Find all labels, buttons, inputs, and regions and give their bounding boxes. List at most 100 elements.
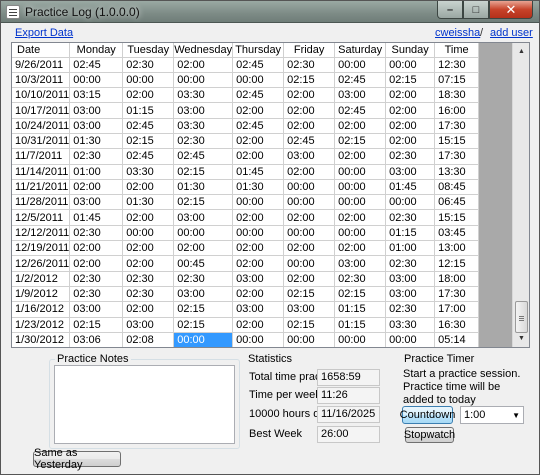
date-cell[interactable]: 1/30/2012 bbox=[12, 332, 71, 347]
time-cell[interactable]: 02:00 bbox=[69, 240, 124, 257]
time-cell[interactable]: 02:00 bbox=[385, 87, 436, 104]
scrollbar-thumb[interactable] bbox=[515, 301, 528, 333]
time-cell[interactable]: 02:15 bbox=[334, 286, 387, 303]
time-cell[interactable]: 01:45 bbox=[69, 209, 124, 226]
time-cell[interactable]: 02:45 bbox=[122, 148, 175, 165]
time-cell[interactable]: 03:00 bbox=[283, 301, 336, 318]
date-cell[interactable]: 11/7/2011 bbox=[12, 148, 71, 165]
date-cell[interactable]: 12/12/2011 bbox=[12, 225, 71, 242]
time-cell[interactable]: 02:00 bbox=[232, 286, 285, 303]
time-cell[interactable]: 00:00 bbox=[334, 179, 387, 196]
date-cell[interactable]: 12/19/2011 bbox=[12, 240, 71, 257]
time-cell[interactable]: 02:30 bbox=[69, 148, 124, 165]
maximize-button[interactable]: □ bbox=[463, 1, 489, 19]
time-cell[interactable]: 01:15 bbox=[334, 301, 387, 318]
time-cell[interactable]: 01:30 bbox=[122, 194, 175, 211]
time-cell[interactable]: 02:00 bbox=[283, 271, 336, 287]
time-cell[interactable]: 02:30 bbox=[334, 271, 387, 287]
table-row[interactable]: 1/16/2012 03:00 02:00 02:15 03:00 03:00 01:15 0… bbox=[12, 301, 480, 318]
time-cell[interactable]: 00:00 bbox=[334, 164, 387, 180]
time-cell[interactable]: 03:45 bbox=[434, 225, 480, 242]
time-cell[interactable]: 03:30 bbox=[385, 317, 436, 333]
time-cell[interactable]: 13:30 bbox=[434, 164, 480, 180]
time-cell[interactable]: 00:00 bbox=[173, 332, 234, 347]
column-header[interactable]: Thursday bbox=[232, 43, 285, 58]
date-cell[interactable]: 12/26/2011 bbox=[12, 255, 71, 272]
time-cell[interactable]: 03:00 bbox=[232, 271, 285, 287]
export-data-link[interactable]: Export Data bbox=[15, 27, 73, 39]
time-cell[interactable]: 02:15 bbox=[69, 317, 124, 333]
time-cell[interactable]: 02:15 bbox=[334, 133, 387, 150]
column-header[interactable]: Sunday bbox=[385, 43, 436, 58]
column-header[interactable]: Wednesday bbox=[173, 43, 234, 58]
time-cell[interactable]: 16:30 bbox=[434, 317, 480, 333]
table-row[interactable]: 11/7/2011 02:30 02:45 02:45 02:00 03:00 02:00 0… bbox=[12, 148, 480, 165]
time-cell[interactable]: 03:00 bbox=[173, 286, 234, 303]
time-cell[interactable]: 03:30 bbox=[173, 118, 234, 134]
time-cell[interactable]: 02:00 bbox=[232, 102, 285, 119]
table-row[interactable]: 1/30/2012 03:06 02:08 00:00 00:00 00:00 00:00 0… bbox=[12, 332, 480, 347]
date-cell[interactable]: 11/28/2011 bbox=[12, 194, 71, 211]
column-header[interactable]: Friday bbox=[283, 43, 336, 58]
time-cell[interactable]: 03:15 bbox=[69, 87, 124, 104]
date-cell[interactable]: 1/23/2012 bbox=[12, 317, 71, 333]
time-cell[interactable]: 02:45 bbox=[334, 102, 387, 119]
time-cell[interactable]: 08:45 bbox=[434, 179, 480, 196]
stopwatch-button[interactable]: Stopwatch bbox=[404, 427, 455, 443]
time-cell[interactable]: 00:00 bbox=[334, 57, 387, 73]
time-cell[interactable]: 00:00 bbox=[283, 255, 336, 272]
time-cell[interactable]: 17:00 bbox=[434, 301, 480, 318]
date-cell[interactable]: 10/24/2011 bbox=[12, 118, 71, 134]
time-cell[interactable]: 02:15 bbox=[173, 301, 234, 318]
time-cell[interactable]: 00:00 bbox=[283, 179, 336, 196]
table-row[interactable]: 11/21/2011 02:00 02:00 01:30 01:30 00:00 00:00… bbox=[12, 179, 480, 196]
table-row[interactable]: 10/3/2011 00:00 00:00 00:00 00:00 02:15 02:45 0… bbox=[12, 72, 480, 89]
time-cell[interactable]: 02:30 bbox=[385, 301, 436, 318]
time-cell[interactable]: 02:00 bbox=[122, 240, 175, 257]
time-cell[interactable]: 00:00 bbox=[232, 72, 285, 89]
time-cell[interactable]: 02:45 bbox=[232, 57, 285, 73]
current-user-link[interactable]: cweissha bbox=[435, 27, 480, 39]
time-cell[interactable]: 17:30 bbox=[434, 118, 480, 134]
table-row[interactable]: 1/9/2012 02:30 02:30 03:00 02:00 02:15 02:15 03… bbox=[12, 286, 480, 303]
time-cell[interactable]: 02:00 bbox=[173, 240, 234, 257]
time-cell[interactable]: 02:00 bbox=[232, 240, 285, 257]
time-cell[interactable]: 12:30 bbox=[434, 57, 480, 73]
table-row[interactable]: 10/24/2011 03:00 02:45 03:30 02:45 02:00 02:00… bbox=[12, 118, 480, 134]
column-header[interactable]: Date bbox=[12, 43, 71, 58]
time-cell[interactable]: 00:00 bbox=[334, 332, 387, 347]
time-cell[interactable]: 02:00 bbox=[122, 209, 175, 226]
column-header[interactable]: Time bbox=[434, 43, 480, 58]
time-cell[interactable]: 01:15 bbox=[385, 225, 436, 242]
time-cell[interactable]: 02:00 bbox=[385, 133, 436, 150]
time-cell[interactable]: 02:15 bbox=[122, 133, 175, 150]
scroll-up-icon[interactable]: ▲ bbox=[513, 43, 529, 60]
column-header[interactable]: Tuesday bbox=[122, 43, 175, 58]
time-cell[interactable]: 18:30 bbox=[434, 87, 480, 104]
time-cell[interactable]: 02:30 bbox=[122, 271, 175, 287]
time-cell[interactable]: 01:45 bbox=[232, 164, 285, 180]
time-cell[interactable]: 00:00 bbox=[69, 72, 124, 89]
date-cell[interactable]: 9/26/2011 bbox=[12, 57, 71, 73]
table-row[interactable]: 9/26/2011 02:45 02:30 02:00 02:45 02:30 00:00 0… bbox=[12, 57, 480, 73]
table-row[interactable]: 12/26/2011 02:00 02:00 00:45 02:00 00:00 03:00… bbox=[12, 255, 480, 272]
time-cell[interactable]: 01:00 bbox=[69, 164, 124, 180]
time-cell[interactable]: 00:00 bbox=[283, 332, 336, 347]
time-cell[interactable]: 03:00 bbox=[283, 148, 336, 165]
time-cell[interactable]: 02:15 bbox=[385, 72, 436, 89]
time-cell[interactable]: 03:00 bbox=[385, 164, 436, 180]
time-cell[interactable]: 02:15 bbox=[283, 317, 336, 333]
time-cell[interactable]: 02:30 bbox=[173, 271, 234, 287]
time-cell[interactable]: 02:00 bbox=[283, 209, 336, 226]
minimize-button[interactable]: – bbox=[437, 1, 463, 19]
time-cell[interactable]: 02:30 bbox=[283, 57, 336, 73]
column-header[interactable]: Monday bbox=[69, 43, 124, 58]
time-cell[interactable]: 02:00 bbox=[385, 118, 436, 134]
date-cell[interactable]: 11/21/2011 bbox=[12, 179, 71, 196]
date-cell[interactable]: 10/17/2011 bbox=[12, 102, 71, 119]
time-cell[interactable]: 01:30 bbox=[69, 133, 124, 150]
time-cell[interactable]: 02:00 bbox=[283, 240, 336, 257]
time-cell[interactable]: 01:30 bbox=[173, 179, 234, 196]
close-button[interactable]: ✕ bbox=[489, 1, 533, 19]
time-cell[interactable]: 00:00 bbox=[122, 225, 175, 242]
